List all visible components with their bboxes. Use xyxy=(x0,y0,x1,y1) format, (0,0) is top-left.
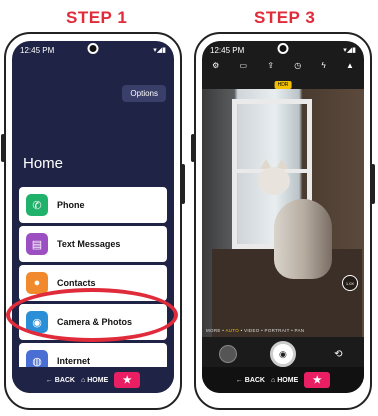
viewfinder-image: 1.0X xyxy=(202,89,364,337)
cat-body xyxy=(274,199,332,279)
volume-button xyxy=(1,134,5,162)
step-1-label: STEP 1 xyxy=(66,8,128,27)
step-3-label: STEP 3 xyxy=(254,8,316,27)
mode-video[interactable]: VIDEO xyxy=(244,328,260,333)
signal-icon: ▾◢▮ xyxy=(153,47,166,54)
power-button xyxy=(371,164,375,204)
options-button[interactable]: Options xyxy=(122,85,166,102)
star-icon[interactable]: ★ xyxy=(114,372,141,388)
volume-button xyxy=(191,134,195,162)
app-label: Internet xyxy=(57,356,91,366)
mode-more[interactable]: MORE xyxy=(206,328,221,333)
message-icon: ▤ xyxy=(26,233,48,255)
star-icon[interactable]: ★ xyxy=(304,372,331,388)
app-item-phone[interactable]: ✆ Phone xyxy=(19,187,167,223)
power-button xyxy=(181,164,185,204)
app-list: ✆ Phone ▤ Text Messages ● Contacts ◉ Cam… xyxy=(19,187,167,382)
shutter-button[interactable]: ◉ xyxy=(269,341,296,367)
gallery-thumbnail[interactable] xyxy=(218,345,237,363)
nav-bar: ← BACK ⌂ HOME ★ xyxy=(202,367,364,393)
camera-icon: ◉ xyxy=(279,348,287,359)
home-button[interactable]: ⌂ HOME xyxy=(81,377,108,384)
nav-bar: ← BACK ⌂ HOME ★ xyxy=(12,367,174,393)
upload-icon[interactable]: ⇪ xyxy=(267,61,274,73)
mode-auto[interactable]: AUTO xyxy=(225,328,239,333)
camera-toolbar: ⚙ ▭ ⇪ ◷ ϟ ▲ xyxy=(202,61,364,73)
cat-head xyxy=(258,167,290,195)
front-camera xyxy=(87,43,99,54)
phone-icon: ✆ xyxy=(26,194,48,216)
zoom-button[interactable]: 1.0X xyxy=(342,275,358,291)
mode-pan[interactable]: PAN xyxy=(295,328,305,333)
mode-portrait[interactable]: PORTRAIT xyxy=(265,328,290,333)
signal-icon: ▾◢▮ xyxy=(343,47,356,54)
home-button[interactable]: ⌂ HOME xyxy=(271,377,298,384)
back-label: BACK xyxy=(54,376,75,384)
app-item-text-messages[interactable]: ▤ Text Messages xyxy=(19,226,167,262)
highlight-circle xyxy=(6,288,178,342)
page-title: Home xyxy=(23,155,64,172)
flash-icon[interactable]: ϟ xyxy=(321,61,325,73)
switch-camera-icon[interactable]: ⟲ xyxy=(329,345,347,363)
scene-icon[interactable]: ▲ xyxy=(346,61,354,73)
aspect-ratio-icon[interactable]: ▭ xyxy=(240,61,248,73)
back-button[interactable]: ← BACK xyxy=(46,377,75,384)
mode-selector[interactable]: MORE • AUTO • VIDEO • PORTRAIT • PAN xyxy=(206,328,364,333)
back-button[interactable]: ← BACK xyxy=(236,377,265,384)
settings-icon[interactable]: ⚙ xyxy=(212,61,219,73)
home-label: HOME xyxy=(87,376,109,384)
app-label: Contacts xyxy=(57,278,96,288)
camera-controls: ◉ ⟲ xyxy=(202,339,364,369)
app-label: Text Messages xyxy=(57,239,121,249)
back-label: BACK xyxy=(244,376,265,384)
front-camera xyxy=(277,43,289,54)
contact-icon: ● xyxy=(26,272,48,294)
phone-home-screen: 12:45 PM ▾◢▮ Options Home ✆ Phone ▤ Text… xyxy=(1,32,185,410)
camera-screen: 12:45 PM ▾◢▮ ⚙ ▭ ⇪ ◷ ϟ ▲ HDR 1.0X MORE •… xyxy=(202,41,364,393)
app-label: Phone xyxy=(57,200,85,210)
home-label: HOME xyxy=(277,376,299,384)
phone-camera-screen: 12:45 PM ▾◢▮ ⚙ ▭ ⇪ ◷ ϟ ▲ HDR 1.0X MORE •… xyxy=(191,32,375,410)
timer-icon[interactable]: ◷ xyxy=(294,61,301,73)
hdr-badge[interactable]: HDR xyxy=(274,81,292,89)
